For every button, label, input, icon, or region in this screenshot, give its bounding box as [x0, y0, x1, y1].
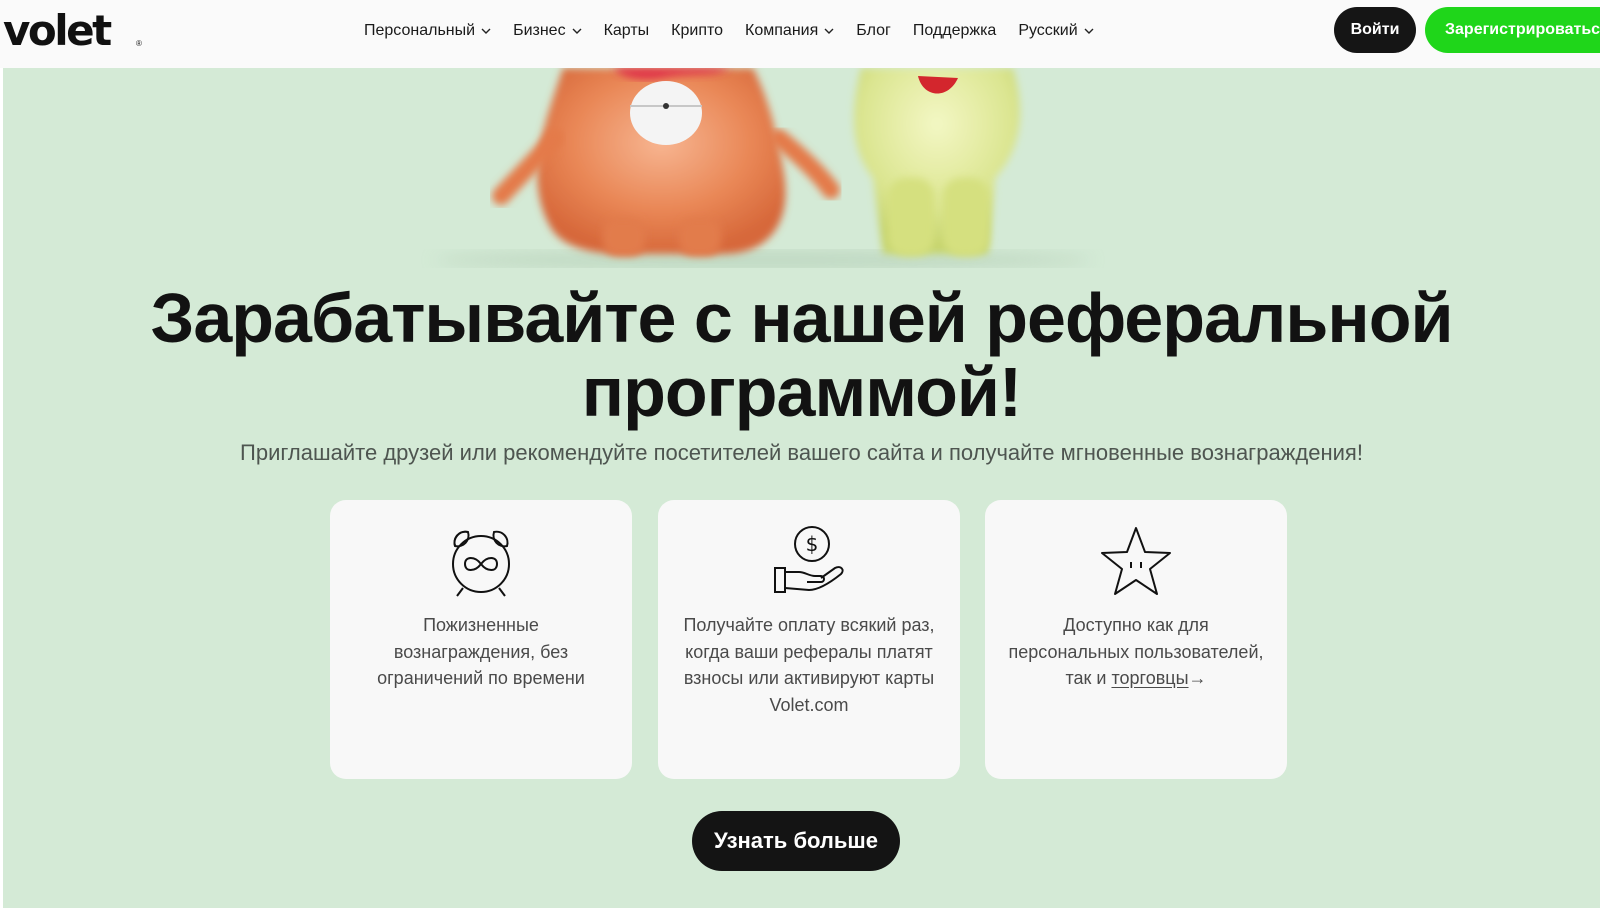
nav-item-label: Компания — [745, 22, 819, 39]
referral-hero: Зарабатывайте с нашей реферальной програ… — [3, 68, 1600, 908]
nav-item-personal[interactable]: Персональный — [364, 22, 491, 40]
nav-item-blog[interactable]: Блог — [856, 22, 891, 40]
language-selector[interactable]: Русский — [1018, 22, 1094, 40]
nav-item-cards[interactable]: Карты — [604, 22, 650, 40]
chevron-down-icon — [481, 28, 491, 34]
hand-coin-icon: $ — [774, 526, 844, 593]
mascot-illustration — [433, 68, 1093, 268]
nav-item-label: Карты — [603, 22, 650, 39]
main-nav: Персональный Бизнес Карты Крипто Компани… — [364, 19, 1116, 43]
chevron-down-icon — [824, 28, 834, 34]
card-text: Пожизненные вознаграждения, без ограниче… — [377, 615, 585, 688]
nav-item-company[interactable]: Компания — [745, 22, 834, 40]
chevron-down-icon — [572, 28, 582, 34]
yellow-monster — [853, 68, 1020, 256]
volet-logo[interactable]: volet — [3, 9, 112, 53]
registered-mark: ® — [136, 39, 142, 48]
card-text: Доступно как для персональных пользовате… — [1005, 612, 1267, 692]
nav-item-label: Персональный — [364, 22, 476, 39]
nav-item-crypto[interactable]: Крипто — [671, 22, 723, 40]
nav-item-label: Русский — [1018, 22, 1078, 39]
benefit-card-lifetime: Пожизненные вознаграждения, без ограниче… — [330, 500, 632, 779]
page-subtitle: Приглашайте друзей или рекомендуйте посе… — [240, 440, 1363, 465]
arrow-right-icon[interactable]: → — [1189, 668, 1207, 688]
orange-monster — [492, 68, 840, 256]
nav-item-label: Блог — [856, 22, 891, 39]
login-button[interactable]: Войти — [1334, 7, 1416, 53]
register-button[interactable]: Зарегистрироваться — [1425, 7, 1600, 53]
learn-more-button[interactable]: Узнать больше — [692, 811, 900, 871]
svg-text:$: $ — [806, 532, 819, 556]
nav-item-label: Поддержка — [912, 22, 997, 39]
nav-item-business[interactable]: Бизнес — [513, 22, 582, 40]
alarm-clock-infinity-icon — [452, 530, 510, 597]
benefit-card-availability: Доступно как для персональных пользовате… — [985, 500, 1287, 779]
nav-item-label: Бизнес — [513, 22, 566, 39]
benefit-card-payments: $ Получайте оплату всякий раз, когда ваш… — [658, 500, 960, 779]
page-title: Зарабатывайте с нашей реферальной програ… — [150, 279, 1454, 431]
chevron-down-icon — [1084, 28, 1094, 34]
nav-item-label: Крипто — [671, 22, 724, 39]
nav-item-support[interactable]: Поддержка — [913, 22, 996, 40]
merchants-link[interactable]: торговцы — [1111, 668, 1188, 688]
star-icon — [1101, 527, 1171, 595]
card-text: Получайте оплату всякий раз, когда ваши … — [683, 615, 935, 715]
site-header: volet ® Персональный Бизнес Карты Крипто… — [0, 0, 1600, 68]
